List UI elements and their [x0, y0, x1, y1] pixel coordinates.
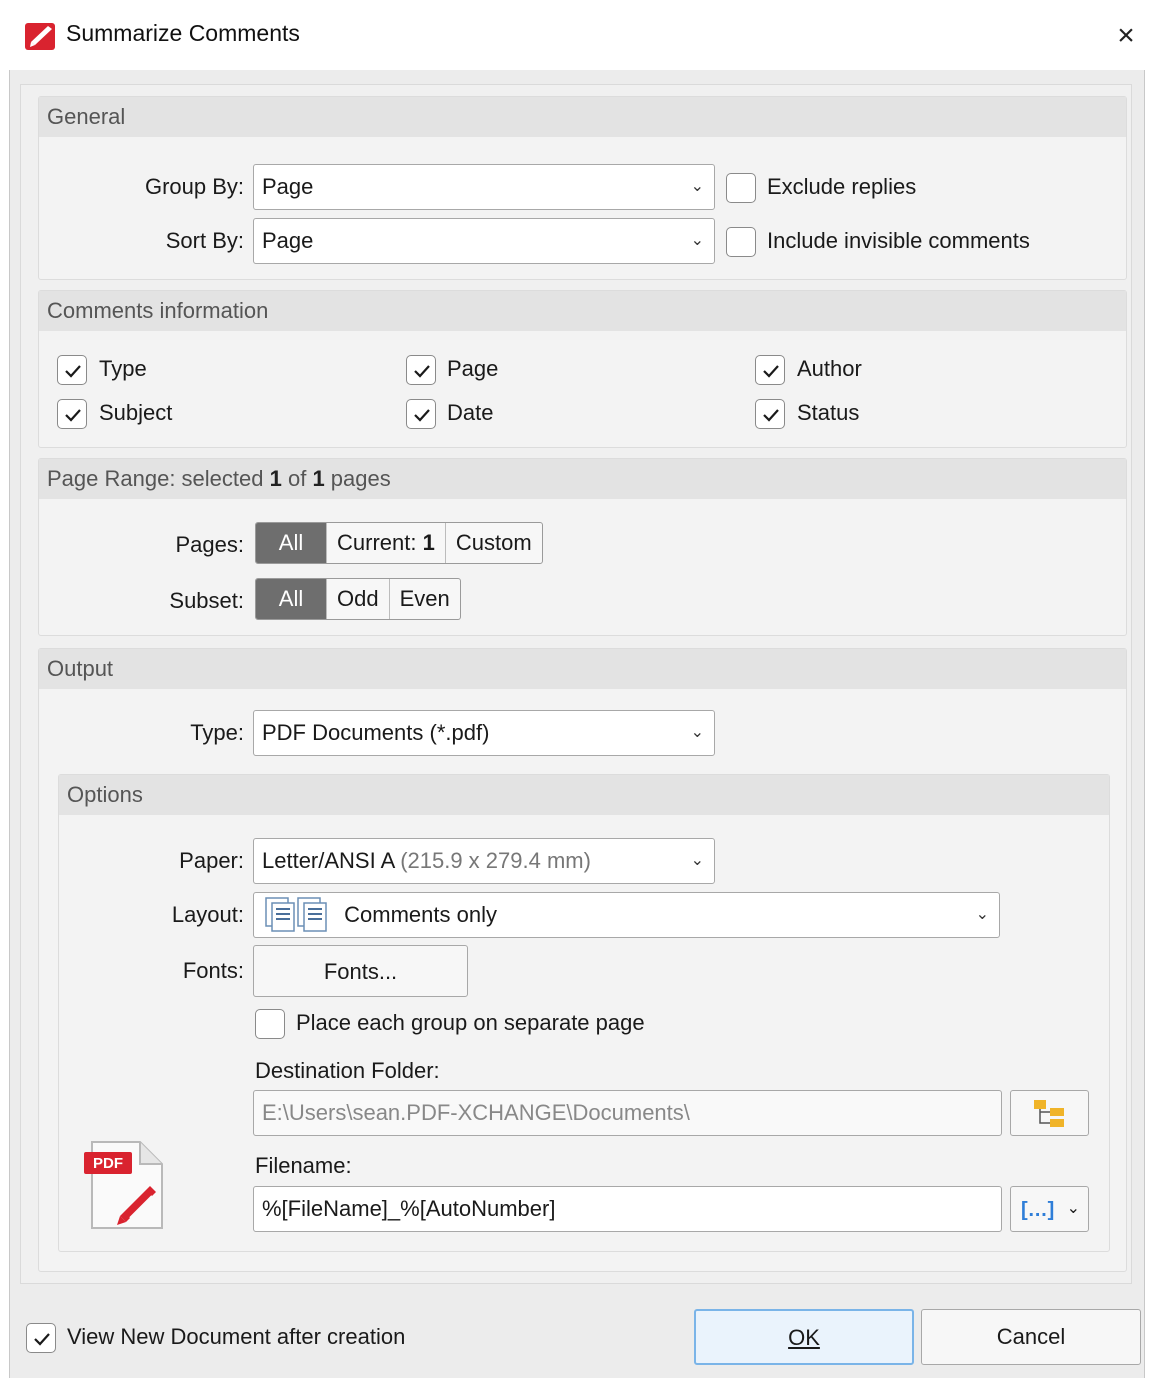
subset-even-button[interactable]: Even: [390, 579, 460, 619]
view-new-document-label: View New Document after creation: [67, 1324, 406, 1349]
output-header: Output: [39, 649, 1126, 689]
group-by-label: Group By:: [144, 174, 244, 199]
output-type-select[interactable]: PDF Documents (*.pdf) ⌄: [253, 710, 715, 756]
exclude-replies-label: Exclude replies: [767, 174, 917, 199]
pages-custom-button[interactable]: Custom: [446, 523, 542, 563]
type-label: Type: [99, 356, 147, 381]
page-range-mid: of: [281, 466, 313, 491]
type-checkbox[interactable]: [57, 355, 87, 385]
paper-label: Paper:: [179, 848, 244, 873]
page-checkbox[interactable]: [406, 355, 436, 385]
paper-value: Letter/ANSI A: [262, 848, 395, 873]
sort-by-select[interactable]: Page ⌄: [253, 218, 715, 264]
chevron-down-icon: ⌄: [1066, 1200, 1080, 1217]
macro-brackets-icon: […]: [1021, 1199, 1055, 1221]
include-invisible-label: Include invisible comments: [767, 228, 1030, 253]
filename-macro-button[interactable]: […] ⌄: [1010, 1186, 1089, 1232]
fonts-button[interactable]: Fonts...: [253, 945, 468, 997]
paper-select[interactable]: Letter/ANSI A (215.9 x 279.4 mm) ⌄: [253, 838, 715, 884]
layout-label: Layout:: [171, 902, 244, 927]
type-output-label: Type:: [190, 720, 244, 745]
destination-folder-input[interactable]: E:\Users\sean.PDF-XCHANGE\Documents\: [253, 1090, 1002, 1136]
sort-by-value: Page: [262, 228, 314, 253]
author-checkbox[interactable]: [755, 355, 785, 385]
subset-label: Subset:: [169, 588, 244, 613]
pages-current-button[interactable]: Current: 1: [327, 523, 446, 563]
subset-segmented-control: All Odd Even: [255, 578, 461, 620]
layout-select[interactable]: Comments only ⌄: [253, 892, 1000, 938]
chevron-down-icon: ⌄: [690, 852, 704, 869]
pages-label: Pages:: [175, 532, 245, 557]
close-icon[interactable]: ×: [1108, 18, 1144, 54]
chevron-down-icon: ⌄: [690, 178, 704, 195]
pdf-xchange-app-icon: [24, 20, 58, 52]
subject-checkbox[interactable]: [57, 399, 87, 429]
fonts-label: Fonts:: [182, 958, 244, 983]
filename-label: Filename:: [255, 1153, 352, 1178]
pages-current-label: Current:: [337, 530, 423, 555]
page-range-total: 1: [312, 466, 325, 491]
ok-button[interactable]: OK: [694, 1309, 914, 1365]
page-range-suffix: pages: [324, 466, 391, 491]
view-new-document-checkbox[interactable]: [26, 1323, 56, 1353]
page-range-selected: 1: [269, 466, 282, 491]
window-title: Summarize Comments: [66, 20, 300, 46]
subset-all-button[interactable]: All: [256, 579, 327, 619]
separate-page-checkbox[interactable]: [255, 1009, 285, 1039]
layout-value: Comments only: [344, 902, 497, 927]
sort-by-label: Sort By:: [165, 228, 244, 253]
page-range-header: Page Range: selected 1 of 1 pages: [39, 459, 1126, 499]
page-label: Page: [447, 356, 499, 381]
status-checkbox[interactable]: [755, 399, 785, 429]
pages-all-button[interactable]: All: [256, 523, 327, 563]
browse-folder-button[interactable]: [1010, 1090, 1089, 1136]
exclude-replies-checkbox[interactable]: [726, 173, 756, 203]
chevron-down-icon: ⌄: [690, 724, 704, 741]
general-header: General: [39, 97, 1126, 137]
author-label: Author: [797, 356, 862, 381]
cancel-button[interactable]: Cancel: [921, 1309, 1141, 1365]
destination-folder-label: Destination Folder:: [255, 1058, 440, 1083]
chevron-down-icon: ⌄: [690, 232, 704, 249]
separate-page-label: Place each group on separate page: [296, 1010, 645, 1035]
date-checkbox[interactable]: [406, 399, 436, 429]
layout-pages-icon: [264, 894, 330, 934]
chevron-down-icon: ⌄: [975, 906, 989, 923]
status-label: Status: [797, 400, 860, 425]
include-invisible-checkbox[interactable]: [726, 227, 756, 257]
comments-information-group: Comments information: [38, 290, 1127, 448]
page-range-prefix: Page Range: selected: [47, 466, 270, 491]
pages-current-number: 1: [422, 530, 435, 555]
pages-segmented-control: All Current: 1 Custom: [255, 522, 543, 564]
subject-label: Subject: [99, 400, 173, 425]
group-by-value: Page: [262, 174, 314, 199]
date-label: Date: [447, 400, 494, 425]
comments-information-header: Comments information: [39, 291, 1126, 331]
folder-tree-icon: [1033, 1100, 1064, 1127]
group-by-select[interactable]: Page ⌄: [253, 164, 715, 210]
filename-input[interactable]: %[FileName]_%[AutoNumber]: [253, 1186, 1002, 1232]
options-header: Options: [59, 775, 1109, 815]
subset-odd-button[interactable]: Odd: [327, 579, 390, 619]
paper-size: (215.9 x 279.4 mm): [394, 848, 591, 873]
output-type-value: PDF Documents (*.pdf): [262, 720, 490, 745]
pdf-badge-label: PDF: [93, 1155, 123, 1172]
